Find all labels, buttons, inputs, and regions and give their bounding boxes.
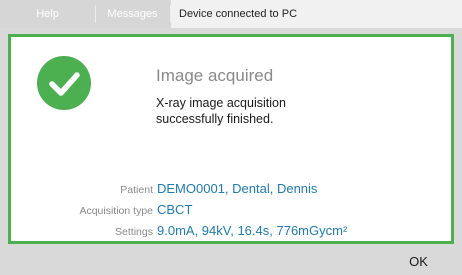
device-status: Device connected to PC xyxy=(171,0,462,28)
acquisition-type-row: Acquisition type CBCT xyxy=(11,202,451,220)
settings-label: Settings xyxy=(115,226,153,238)
acquisition-dialog: Image acquired X-ray image acquisition s… xyxy=(8,34,454,244)
help-tab[interactable]: Help xyxy=(0,0,95,28)
message-line: successfully finished. xyxy=(156,112,274,126)
ok-button[interactable]: OK xyxy=(375,248,462,275)
settings-value: 9.0mA, 94kV, 16.4s, 776mGycm² xyxy=(157,223,348,238)
top-bar: Help Messages Device connected to PC xyxy=(0,0,462,28)
acquisition-type-value: CBCT xyxy=(157,202,193,217)
dialog-title: Image acquired xyxy=(156,66,274,85)
checkmark-circle-icon xyxy=(37,56,91,110)
messages-tab[interactable]: Messages xyxy=(95,0,170,28)
patient-label: Patient xyxy=(120,184,153,196)
dialog-message: X-ray image acquisition successfully fin… xyxy=(156,95,286,127)
acquisition-type-label: Acquisition type xyxy=(79,205,153,217)
message-line: X-ray image acquisition xyxy=(156,96,286,110)
patient-row: Patient DEMO0001, Dental, Dennis xyxy=(11,181,451,199)
settings-row: Settings 9.0mA, 94kV, 16.4s, 776mGycm² xyxy=(11,223,451,241)
patient-value: DEMO0001, Dental, Dennis xyxy=(157,181,318,196)
